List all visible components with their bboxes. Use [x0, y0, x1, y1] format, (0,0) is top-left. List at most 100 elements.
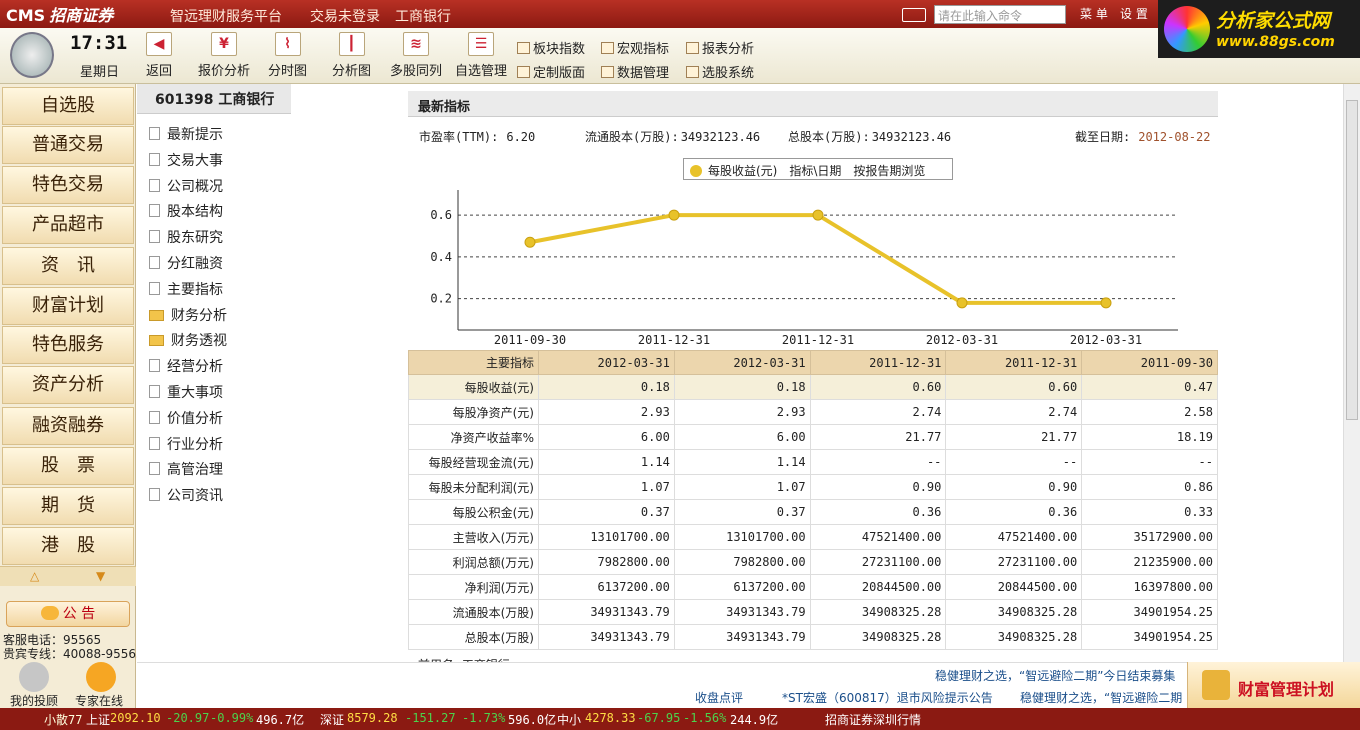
quote-analysis-button[interactable]: ¥ 报价分析	[198, 32, 250, 79]
analysis-chart-button[interactable]: ┃ 分析图	[332, 32, 371, 79]
nav-down-icon[interactable]: ▼	[96, 569, 105, 583]
tree-item[interactable]: 行业分析	[149, 434, 223, 454]
y-tick-label: 0.6	[430, 208, 452, 222]
nav-wealth-plan[interactable]: 财富计划	[2, 287, 134, 325]
scroll-thumb[interactable]	[1346, 100, 1358, 420]
nav-product-market[interactable]: 产品超市	[2, 206, 134, 244]
table-row[interactable]: 每股收益(元) 0.18 0.18 0.60 0.60 0.47	[408, 374, 1218, 400]
document-icon	[149, 152, 160, 166]
nav-stocks[interactable]: 股 票	[2, 447, 134, 485]
table-row[interactable]: 流通股本(万股) 34931343.79 34931343.79 34908325.2…	[408, 599, 1218, 625]
table-cell: 1.14	[673, 449, 811, 475]
sh-change: -20.97	[166, 711, 210, 725]
menu-button[interactable]: 菜 单	[1080, 5, 1108, 22]
tree-item[interactable]: 交易大事	[149, 150, 223, 170]
ad-logo[interactable]: 分析家公式网 www.88gs.com	[1158, 0, 1360, 58]
feed-source[interactable]: 招商证券深圳行情	[825, 711, 921, 728]
tree-item[interactable]: 财务分析	[149, 305, 227, 325]
settings-button[interactable]: 设 置	[1120, 5, 1148, 22]
nav-hk-stocks[interactable]: 港 股	[2, 527, 134, 565]
sector-index-button[interactable]: 板块指数	[517, 38, 585, 57]
multi-stock-button[interactable]: ≋ 多股同列	[390, 32, 442, 79]
table-row[interactable]: 每股未分配利润(元) 1.07 1.07 0.90 0.90 0.86	[408, 474, 1218, 500]
table-row[interactable]: 净利润(万元) 6137200.00 6137200.00 20844500.00 20…	[408, 574, 1218, 600]
nav-futures[interactable]: 期 货	[2, 487, 134, 525]
line-chart-icon: ⌇	[274, 32, 301, 56]
document-icon	[149, 178, 160, 192]
header-date[interactable]: 2012-03-31	[673, 350, 811, 375]
nav-asset-analysis[interactable]: 资产分析	[2, 366, 134, 404]
header-date[interactable]: 2011-09-30	[1081, 350, 1218, 375]
table-cell: 0.37	[538, 499, 675, 525]
content-scrollbar[interactable]	[1343, 84, 1360, 662]
tree-item[interactable]: 价值分析	[149, 408, 223, 428]
tree-item[interactable]: 高管治理	[149, 459, 223, 479]
tree-item[interactable]: 股东研究	[149, 227, 223, 247]
table-row[interactable]: 净资产收益率% 6.00 6.00 21.77 21.77 18.19	[408, 424, 1218, 450]
nav-special-trade[interactable]: 特色交易	[2, 166, 134, 204]
notice-button[interactable]: 公 告	[6, 601, 130, 627]
login-status[interactable]: 交易未登录	[310, 6, 380, 26]
watchlist-manage-button[interactable]: ☰ 自选管理	[455, 32, 507, 79]
document-icon	[149, 462, 160, 476]
header-date[interactable]: 2011-12-31	[809, 350, 947, 375]
tree-item[interactable]: 分红融资	[149, 253, 223, 273]
news-ticker-bottom[interactable]: 收盘点评 *ST宏盛（600817）退市风险提示公告 稳健理财之选，“智远避险二…	[137, 684, 1187, 708]
expert-avatar-icon[interactable]	[86, 662, 116, 692]
keyboard-icon[interactable]	[902, 8, 926, 22]
wealth-plan-banner[interactable]: 财富管理计划	[1187, 662, 1360, 708]
table-cell: 13101700.00	[538, 524, 675, 550]
nav-special-service[interactable]: 特色服务	[2, 326, 134, 364]
expert-online-label[interactable]: 专家在线	[75, 692, 123, 709]
my-advisor-label[interactable]: 我的投顾	[10, 692, 58, 709]
chart-legend[interactable]: 每股收益(元) 指标\日期 按报告期浏览	[683, 158, 953, 180]
news-ticker-top[interactable]: 稳健理财之选，“智远避险二期”今日结束募集	[137, 662, 1187, 684]
nav-up-icon[interactable]: △	[30, 569, 39, 583]
advisor-avatar-icon[interactable]	[19, 662, 49, 692]
table-row[interactable]: 主营收入(万元) 13101700.00 13101700.00 47521400.0…	[408, 524, 1218, 550]
macro-index-button[interactable]: 宏观指标	[601, 38, 669, 57]
table-row[interactable]: 每股公积金(元) 0.37 0.37 0.36 0.36 0.33	[408, 499, 1218, 525]
header-indicator[interactable]: 主要指标	[408, 350, 539, 375]
macro-icon	[601, 42, 614, 54]
tree-item[interactable]: 股本结构	[149, 201, 223, 221]
tree-item[interactable]: 主要指标	[149, 279, 223, 299]
ticker-item-close-review[interactable]: 收盘点评	[695, 689, 743, 706]
title-bar: CMS 招商证券 智远理财服务平台 交易未登录 工商银行 请在此输入命令 菜 单 …	[0, 0, 1360, 28]
x-tick-label: 2011-09-30	[494, 333, 566, 347]
tree-item[interactable]: 经营分析	[149, 356, 223, 376]
header-date[interactable]: 2012-03-31	[538, 350, 675, 375]
row-label: 每股净资产(元)	[408, 399, 539, 425]
header-date[interactable]: 2011-12-31	[945, 350, 1083, 375]
ticker-item-delisting[interactable]: *ST宏盛（600817）退市风险提示公告	[782, 689, 993, 706]
tree-item[interactable]: 公司概况	[149, 176, 223, 196]
report-analysis-button[interactable]: 报表分析	[686, 38, 754, 57]
sz-amount: 596.0亿	[508, 713, 557, 727]
table-row[interactable]: 利润总额(万元) 7982800.00 7982800.00 27231100.00 2…	[408, 549, 1218, 575]
tree-item[interactable]: 重大事项	[149, 382, 223, 402]
table-cell: 34931343.79	[538, 624, 675, 650]
table-cell: 0.86	[1081, 474, 1218, 500]
stock-picker-button[interactable]: 选股系统	[686, 62, 754, 81]
tree-item[interactable]: 最新提示	[149, 124, 223, 144]
tree-item[interactable]: 公司资讯	[149, 485, 223, 505]
nav-news[interactable]: 资 讯	[2, 247, 134, 285]
custom-layout-button[interactable]: 定制版面	[517, 62, 585, 81]
table-row[interactable]: 每股经营现金流(元) 1.14 1.14 -- -- --	[408, 449, 1218, 475]
ticker-item-wealth[interactable]: 稳健理财之选，“智远避险二期	[1020, 689, 1182, 706]
back-button[interactable]: ◀ 返回	[146, 32, 172, 79]
nav-margin[interactable]: 融资融券	[2, 407, 134, 445]
multi-chart-icon: ≋	[403, 32, 429, 56]
command-input[interactable]: 请在此输入命令	[934, 5, 1066, 24]
table-row[interactable]: 每股净资产(元) 2.93 2.93 2.74 2.74 2.58	[408, 399, 1218, 425]
table-cell: 34908325.28	[809, 624, 947, 650]
table-cell: 34931343.79	[538, 599, 675, 625]
intraday-button[interactable]: ⌇ 分时图	[268, 32, 307, 79]
tree-item[interactable]: 财务透视	[149, 330, 227, 350]
nav-watchlist[interactable]: 自选股	[2, 87, 134, 125]
data-manage-button[interactable]: 数据管理	[601, 62, 669, 81]
table-row[interactable]: 总股本(万股) 34931343.79 34931343.79 34908325.28…	[408, 624, 1218, 650]
nav-normal-trade[interactable]: 普通交易	[2, 126, 134, 164]
user-name[interactable]: 小散77	[44, 711, 82, 728]
data-point	[524, 236, 536, 248]
